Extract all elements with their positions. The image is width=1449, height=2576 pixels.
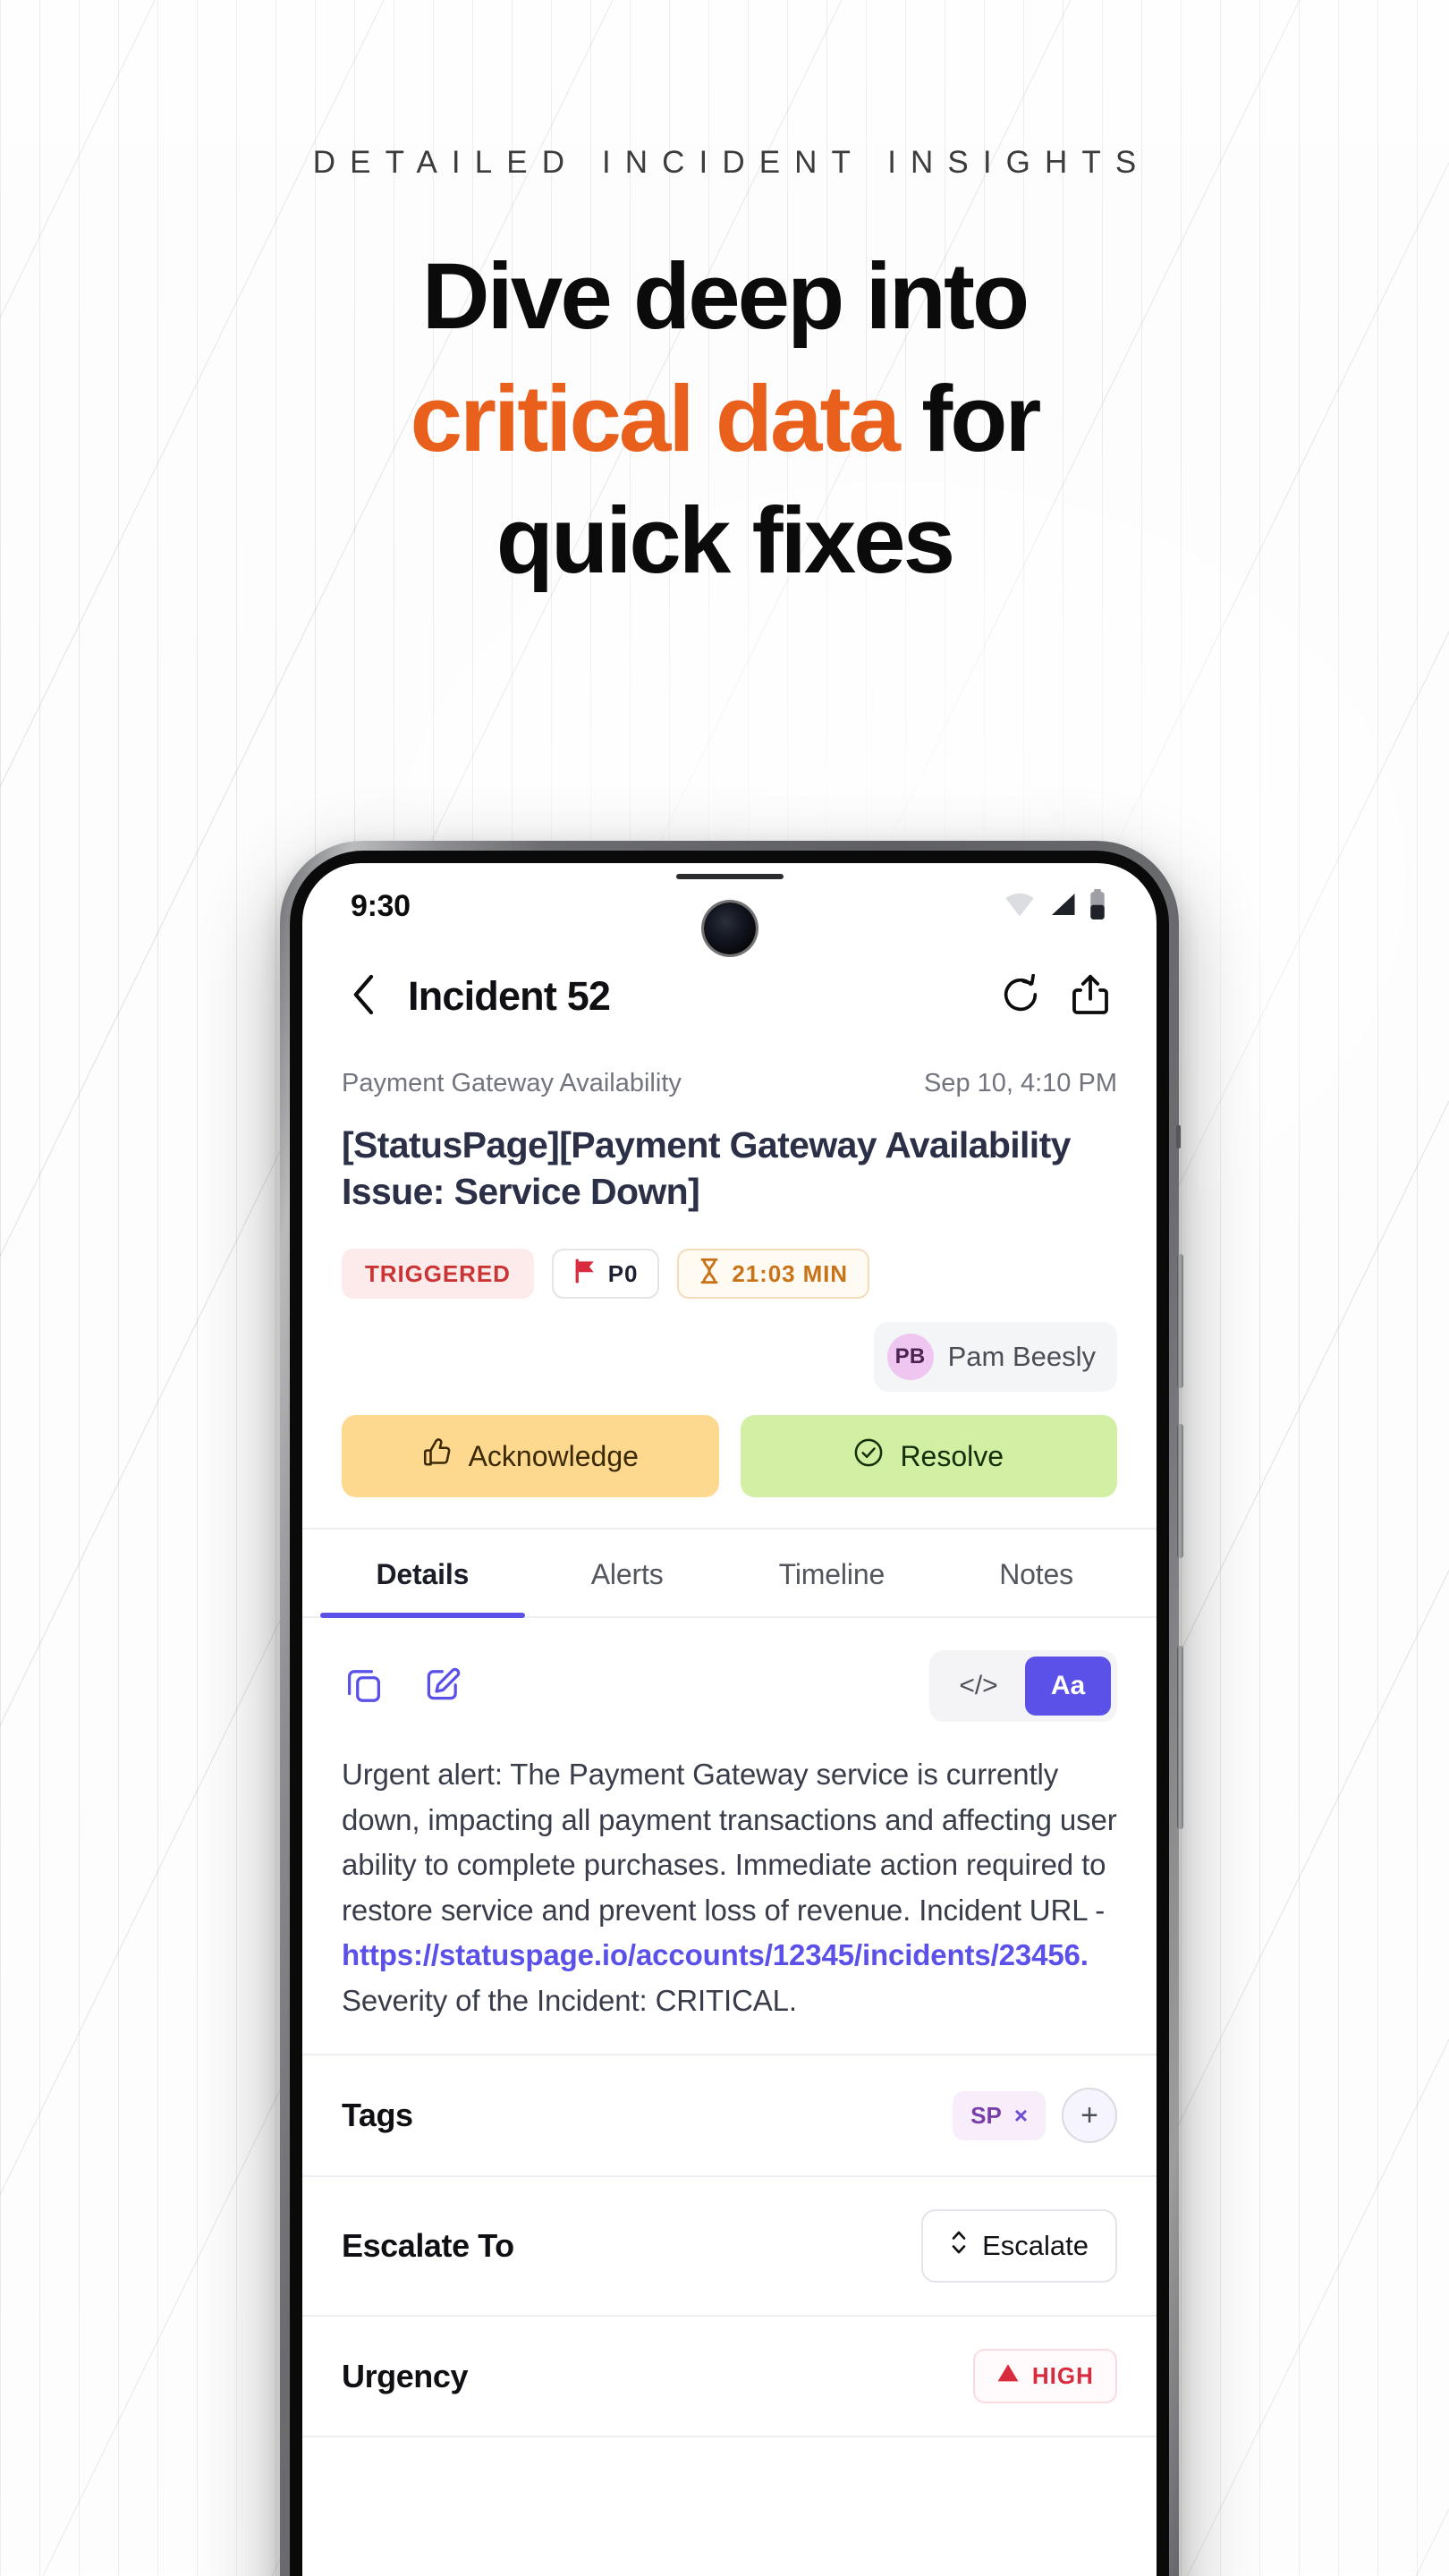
tab-details[interactable]: Details: [320, 1530, 525, 1619]
incident-summary: Payment Gateway Availability Sep 10, 4:1…: [302, 1044, 1157, 1528]
check-circle-icon: [853, 1437, 884, 1475]
phone-power-button[interactable]: [1177, 1646, 1183, 1829]
duration-badge: 21:03 MIN: [677, 1249, 869, 1300]
phone-volume-down-button[interactable]: [1177, 1424, 1183, 1558]
tag-remove-icon[interactable]: ×: [1014, 2102, 1028, 2130]
incident-badge-row: TRIGGERED P0 21:03 MIN: [342, 1249, 1117, 1300]
tab-alerts[interactable]: Alerts: [525, 1530, 730, 1616]
triangle-alert-icon: [996, 2362, 1020, 2390]
refresh-button[interactable]: [997, 973, 1044, 1020]
promo-headline: Dive deep into critical data for quick f…: [0, 236, 1449, 603]
assignee-name: Pam Beesly: [947, 1341, 1096, 1373]
share-icon: [1071, 973, 1110, 1021]
status-bar-icons: [1003, 888, 1106, 924]
page-title: Incident 52: [408, 973, 611, 1019]
incident-description: Urgent alert: The Payment Gateway servic…: [302, 1747, 1157, 2056]
hourglass-icon: [699, 1258, 720, 1291]
promo-headline-line-2: critical data for: [0, 359, 1449, 481]
urgency-row: Urgency HIGH: [302, 2317, 1157, 2438]
tag-chip-label: SP: [970, 2101, 1002, 2129]
tab-bar: Details Alerts Timeline Notes: [302, 1528, 1157, 1619]
phone-earpiece-speaker: [675, 874, 784, 879]
tags-value: SP × +: [953, 2088, 1117, 2144]
tag-chip[interactable]: SP ×: [953, 2090, 1046, 2140]
urgency-badge-label: HIGH: [1031, 2362, 1094, 2390]
acknowledge-button[interactable]: Acknowledge: [342, 1415, 719, 1498]
status-badge: HIGH: [972, 2349, 1117, 2404]
status-badge-label: TRIGGERED: [365, 1259, 511, 1287]
urgency-value: HIGH: [972, 2349, 1117, 2404]
share-button[interactable]: [1067, 973, 1114, 1020]
duration-badge-label: 21:03 MIN: [732, 1259, 848, 1287]
phone-volume-up-button[interactable]: [1177, 1254, 1183, 1388]
promo-headline-line-1: Dive deep into: [421, 244, 1030, 349]
incident-title: [StatusPage][Payment Gateway Availabilit…: [342, 1124, 1071, 1213]
editor-toolbar-left: [342, 1664, 465, 1708]
thumbs-up-icon: [422, 1437, 453, 1475]
promo-headline-line-3: quick fixes: [496, 488, 955, 593]
promo-headline-highlight: critical data: [410, 366, 901, 471]
view-mode-text-button[interactable]: Aa: [1025, 1657, 1111, 1716]
resolve-button-label: Resolve: [900, 1439, 1004, 1472]
escalate-button-label: Escalate: [982, 2230, 1089, 2262]
edit-button[interactable]: [420, 1664, 465, 1708]
add-tag-button[interactable]: +: [1062, 2088, 1117, 2144]
tab-timeline[interactable]: Timeline: [730, 1530, 935, 1616]
priority-badge-label: P0: [607, 1259, 639, 1287]
urgency-label: Urgency: [342, 2357, 469, 2394]
promo-headline-after-highlight: for: [898, 366, 1041, 471]
promo-header: DETAILED INCIDENT INSIGHTS Dive deep int…: [0, 0, 1449, 603]
header-actions: [997, 973, 1114, 1020]
priority-badge: P0: [551, 1249, 660, 1300]
escalate-button[interactable]: Escalate: [921, 2209, 1117, 2284]
assignee-chip[interactable]: PB Pam Beesly: [873, 1322, 1117, 1393]
description-text-before-link: Urgent alert: The Payment Gateway servic…: [342, 1758, 1117, 1927]
chevron-left-icon: [351, 973, 377, 1021]
assignee-row: PB Pam Beesly: [342, 1322, 1117, 1393]
escalate-value: Escalate: [921, 2209, 1117, 2284]
incident-meta-row: Payment Gateway Availability Sep 10, 4:1…: [342, 1069, 1117, 1098]
tags-label: Tags: [342, 2097, 413, 2134]
refresh-icon: [1000, 973, 1041, 1020]
tab-notes[interactable]: Notes: [934, 1530, 1139, 1616]
editor-toolbar: </> Aa: [302, 1618, 1157, 1747]
updown-chevron-icon: [950, 2229, 968, 2263]
phone-mic-slit: [1176, 1125, 1181, 1148]
incident-timestamp: Sep 10, 4:10 PM: [923, 1069, 1117, 1097]
flag-icon: [573, 1258, 597, 1290]
escalate-label: Escalate To: [342, 2227, 514, 2265]
acknowledge-button-label: Acknowledge: [468, 1439, 639, 1472]
incident-service-name: Payment Gateway Availability: [342, 1069, 682, 1097]
copy-icon: [346, 1666, 382, 1707]
tags-row: Tags SP × +: [302, 2055, 1157, 2178]
status-bar-time: 9:30: [351, 888, 411, 923]
view-mode-toggle-group: </> Aa: [929, 1650, 1117, 1723]
wifi-icon: [1003, 891, 1037, 922]
description-link[interactable]: https://statuspage.io/accounts/12345/inc…: [342, 1938, 1089, 1971]
incident-action-row: Acknowledge Resolve: [342, 1415, 1117, 1528]
resolve-button[interactable]: Resolve: [740, 1415, 1117, 1498]
cellular-signal-icon: [1047, 891, 1078, 922]
back-button[interactable]: [338, 970, 390, 1022]
description-text-after-link: Severity of the Incident: CRITICAL.: [342, 1983, 797, 2017]
edit-pencil-icon: [425, 1666, 461, 1707]
escalate-row: Escalate To Escalate: [302, 2177, 1157, 2318]
phone-screen: 9:30 Incident 52 Payment Gateway Availab…: [302, 863, 1157, 2576]
promo-eyebrow: DETAILED INCIDENT INSIGHTS: [312, 145, 1151, 180]
battery-icon: [1089, 888, 1106, 924]
phone-mockup: 9:30 Incident 52 Payment Gateway Availab…: [280, 841, 1183, 2576]
front-camera-punch-hole: [703, 902, 756, 954]
view-mode-code-button[interactable]: </>: [936, 1657, 1021, 1716]
status-badge: TRIGGERED: [342, 1249, 534, 1300]
avatar: PB: [886, 1334, 934, 1381]
app-header: Incident 52: [302, 949, 1157, 1044]
copy-button[interactable]: [342, 1664, 386, 1708]
